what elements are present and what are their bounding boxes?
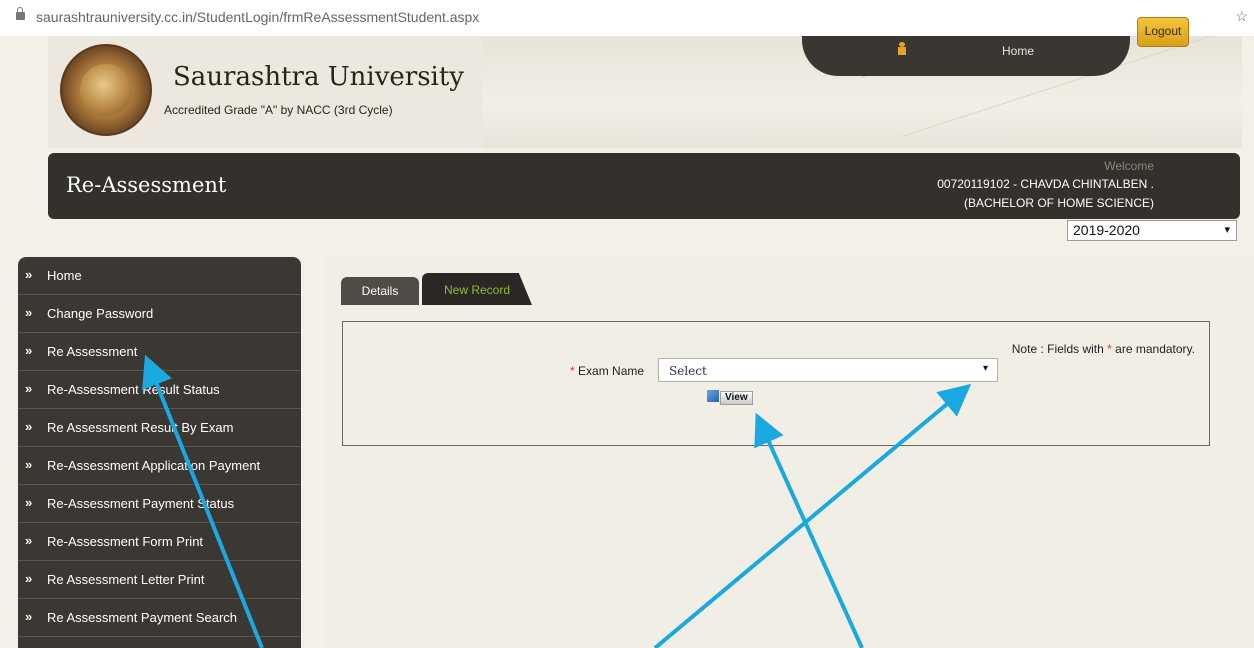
arrow-to-exam-select	[653, 383, 972, 648]
annotation-arrows	[142, 354, 972, 648]
arrow-to-view-button	[754, 412, 864, 648]
arrow-to-re-assessment	[142, 354, 264, 648]
